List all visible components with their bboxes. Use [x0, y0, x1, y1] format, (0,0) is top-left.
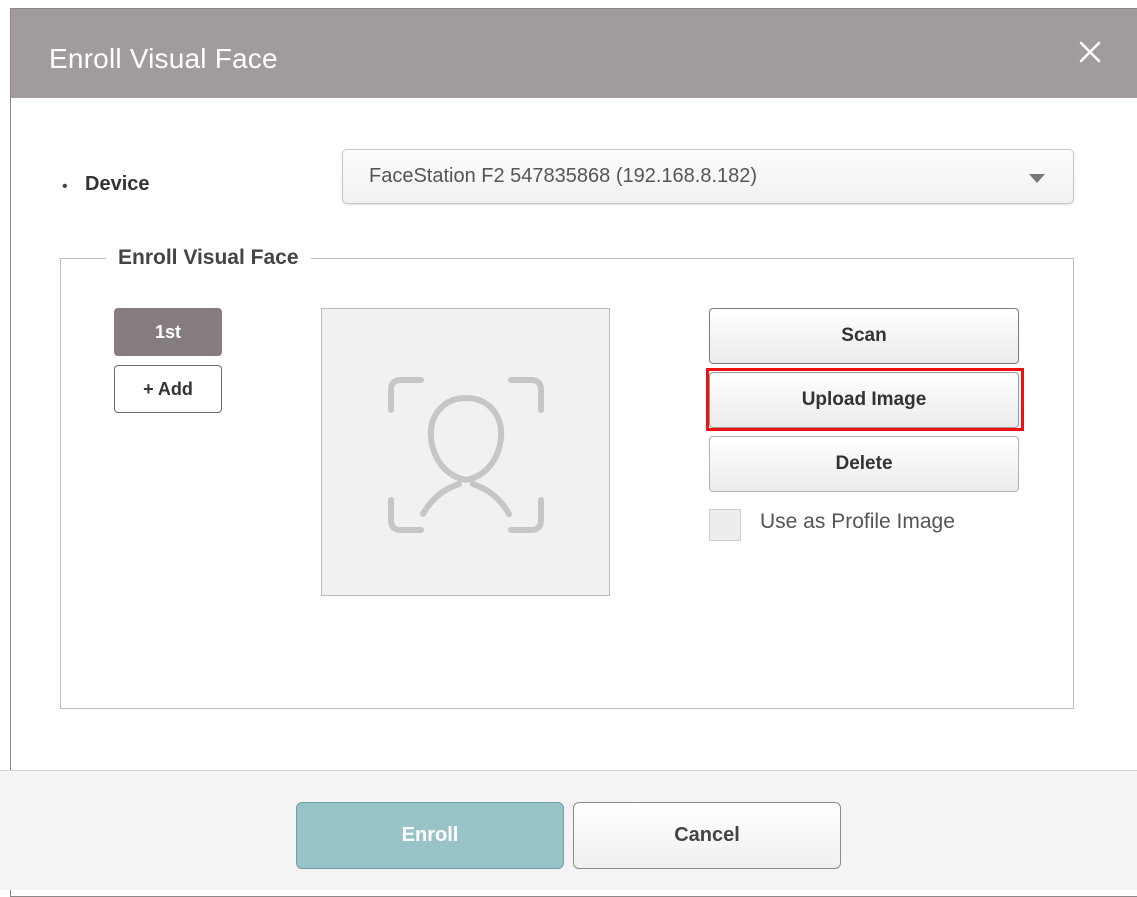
device-bullet: •: [62, 178, 68, 195]
enroll-button[interactable]: Enroll: [296, 802, 564, 869]
delete-button[interactable]: Delete: [709, 436, 1019, 492]
device-select-value: FaceStation F2 547835868 (192.168.8.182): [369, 165, 758, 187]
device-label: Device: [85, 173, 150, 195]
dialog-title: Enroll Visual Face: [49, 43, 278, 74]
enroll-section-legend: Enroll Visual Face: [106, 246, 311, 270]
use-as-profile-checkbox[interactable]: [709, 509, 741, 541]
dialog-footer: [0, 770, 1137, 890]
chevron-down-icon: [1029, 174, 1045, 183]
face-scan-icon: [388, 377, 544, 533]
device-select[interactable]: FaceStation F2 547835868 (192.168.8.182): [342, 149, 1074, 204]
tab-1st[interactable]: 1st: [114, 308, 222, 356]
add-face-button[interactable]: + Add: [114, 365, 222, 413]
dialog-titlebar: Enroll Visual Face: [11, 9, 1137, 98]
close-icon[interactable]: [1073, 35, 1107, 69]
use-as-profile-label: Use as Profile Image: [760, 510, 955, 533]
scan-button[interactable]: Scan: [709, 308, 1019, 364]
face-preview: [321, 308, 610, 596]
upload-image-button[interactable]: Upload Image: [709, 372, 1019, 428]
cancel-button[interactable]: Cancel: [573, 802, 841, 869]
